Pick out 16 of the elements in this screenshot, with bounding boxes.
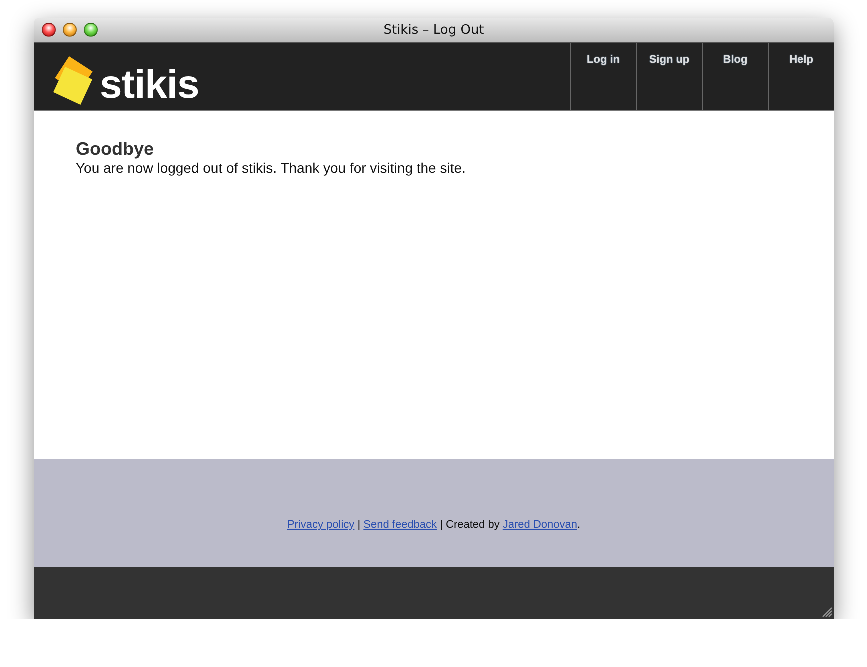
- footer-text: Privacy policy | Send feedback | Created by Jared Donovan.: [287, 519, 581, 531]
- nav-link[interactable]: Blog: [702, 43, 768, 110]
- resize-grip-icon[interactable]: [822, 607, 832, 617]
- window-title: Stikis – Log Out: [384, 22, 484, 38]
- nav-link[interactable]: Log in: [570, 43, 636, 110]
- nav-link[interactable]: Help: [768, 43, 834, 110]
- footer-link[interactable]: Privacy policy: [287, 519, 355, 531]
- close-button[interactable]: [42, 23, 56, 37]
- footer-link[interactable]: Send feedback: [364, 519, 438, 531]
- logo-text: stikis: [100, 62, 200, 108]
- nav-link[interactable]: Sign up: [636, 43, 702, 110]
- logout-message: You are now logged out of stikis. Thank you for visiting the site.: [76, 160, 467, 176]
- minimize-button[interactable]: [63, 23, 77, 37]
- footer-link[interactable]: Jared Donovan: [502, 519, 578, 531]
- page-heading: Goodbye: [76, 139, 156, 160]
- zoom-button[interactable]: [84, 23, 98, 37]
